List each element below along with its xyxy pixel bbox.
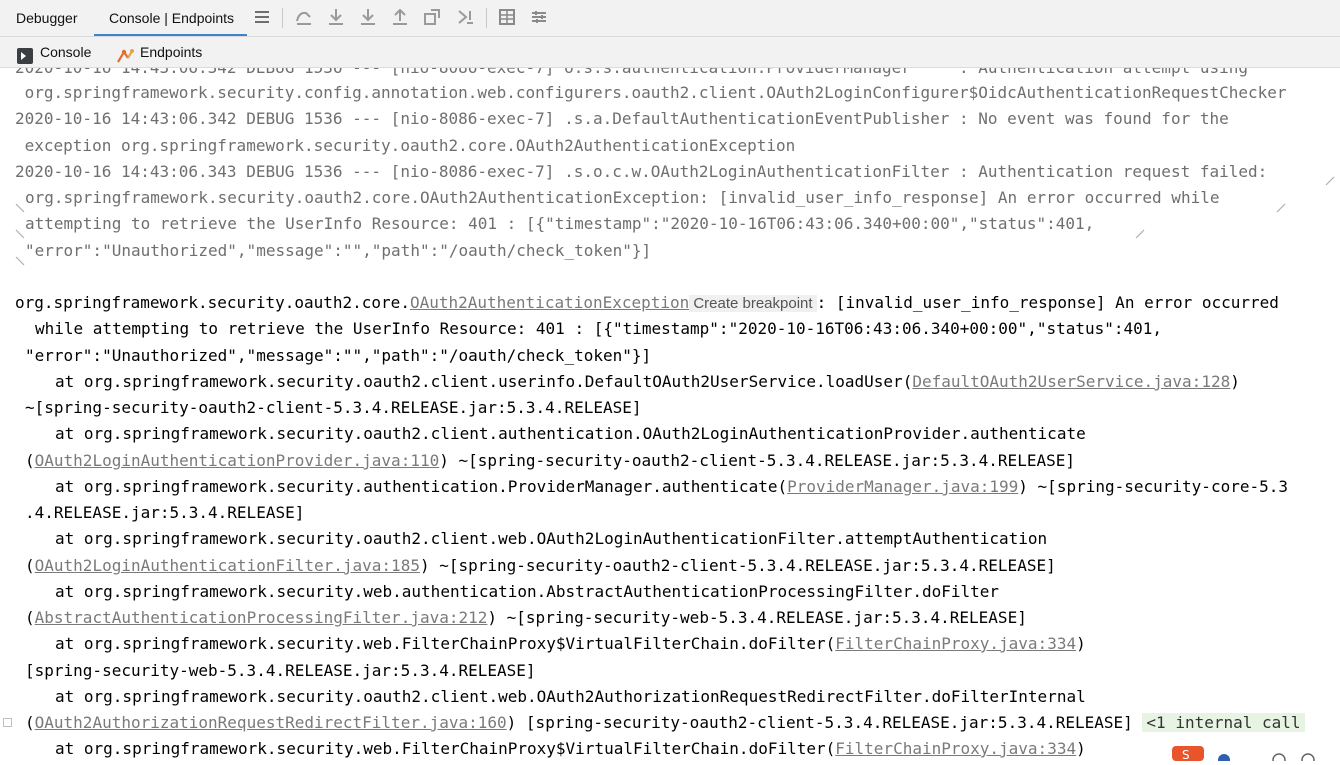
stack-frame-jar: [spring-security-web-5.3.4.RELEASE.jar:5… (25, 661, 536, 680)
stack-frame: at org.springframework.security.oauth2.c… (55, 687, 1086, 706)
source-link[interactable]: OAuth2LoginAuthenticationProvider.java:1… (35, 451, 440, 470)
log-line: org.springframework.security.config.anno… (15, 83, 1287, 102)
debug-toolbar: Debugger Console | Endpoints (0, 0, 1340, 37)
console-icon (17, 44, 33, 64)
log-line: 2020-10-16 14:43:06.343 DEBUG 1536 --- [… (15, 162, 1268, 181)
soft-wrap-icon (1276, 198, 1286, 213)
frame-paren: ( (25, 608, 35, 627)
exception-package: org.springframework.security.oauth2.core… (15, 293, 410, 312)
frame-paren: ) (1076, 634, 1086, 653)
log-line: 2020-10-16 14:43:06.342 DEBUG 1536 --- [… (15, 68, 1248, 80)
source-link[interactable]: FilterChainProxy.java:334 (835, 634, 1076, 653)
exception-line: while attempting to retrieve the UserInf… (35, 319, 1163, 338)
stack-frame-jar: (AbstractAuthenticationProcessingFilter.… (25, 606, 1027, 630)
log-line: attempting to retrieve the UserInfo Reso… (25, 214, 1095, 233)
subtab-endpoints[interactable]: Endpoints (112, 37, 222, 67)
settings-icon[interactable] (528, 6, 550, 28)
stack-frame: at org.springframework.security.oauth2.c… (55, 370, 1240, 394)
toolbar-divider (282, 8, 283, 28)
source-link[interactable]: OAuth2LoginAuthenticationFilter.java:185 (35, 556, 420, 575)
frame-method: at org.springframework.security.web.Filt… (55, 634, 836, 653)
log-line: org.springframework.security.oauth2.core… (25, 188, 1220, 207)
run-to-cursor-icon[interactable] (455, 6, 477, 28)
exception-message: : [invalid_user_info_response] An error … (816, 293, 1279, 312)
source-link[interactable]: FilterChainProxy.java:334 (835, 739, 1076, 758)
svg-text:S: S (1182, 748, 1190, 761)
frame-method: at org.springframework.security.oauth2.c… (55, 372, 913, 391)
soft-wrap-icon (15, 251, 25, 266)
exception-line: "error":"Unauthorized","message":"","pat… (25, 346, 652, 365)
frame-jar: ) [spring-security-oauth2-client-5.3.4.R… (506, 713, 1143, 732)
frame-paren: ) (1230, 372, 1240, 391)
create-breakpoint-tooltip[interactable]: Create breakpoint (689, 295, 817, 312)
menu-icon[interactable] (251, 6, 273, 28)
frame-paren: ( (25, 713, 35, 732)
exception-line: org.springframework.security.oauth2.core… (15, 291, 1279, 315)
soft-wrap-icon (15, 224, 25, 239)
stack-frame-jar: (OAuth2LoginAuthenticationFilter.java:18… (25, 554, 1056, 578)
frame-method: at org.springframework.security.authenti… (55, 477, 788, 496)
step-over-icon[interactable] (325, 6, 347, 28)
input-method-tray: S (1172, 744, 1340, 765)
tab-debugger[interactable]: Debugger (16, 0, 78, 36)
frame-paren: ( (25, 451, 35, 470)
endpoints-icon (116, 44, 136, 63)
console-subtabs: Console Endpoints (0, 37, 1340, 68)
stack-frame-jar: ~[spring-security-oauth2-client-5.3.4.RE… (25, 398, 642, 417)
stack-frame-jar: (OAuth2AuthorizationRequestRedirectFilte… (25, 711, 1305, 735)
stack-frame-jar: (OAuth2LoginAuthenticationProvider.java:… (25, 449, 1075, 473)
step-into-icon[interactable] (357, 6, 379, 28)
soft-wrap-icon (15, 198, 25, 213)
stack-frame: at org.springframework.security.authenti… (55, 475, 1288, 499)
source-link[interactable]: DefaultOAuth2UserService.java:128 (912, 372, 1230, 391)
source-link[interactable]: OAuth2AuthorizationRequestRedirectFilter… (35, 713, 507, 732)
frame-paren: ( (25, 556, 35, 575)
frame-paren: ) (1076, 739, 1086, 758)
show-execution-point-icon[interactable] (293, 6, 315, 28)
internal-calls-fold[interactable]: <1 internal call (1142, 713, 1305, 732)
stack-frame: at org.springframework.security.web.Filt… (55, 737, 1086, 761)
soft-wrap-icon (1135, 224, 1145, 239)
exception-class-link[interactable]: OAuth2AuthenticationException (410, 293, 689, 312)
source-link[interactable]: ProviderManager.java:199 (787, 477, 1018, 496)
log-line: "error":"Unauthorized","message":"","pat… (25, 241, 652, 260)
stack-frame: at org.springframework.security.oauth2.c… (55, 424, 1086, 443)
stack-frame-jar: .4.RELEASE.jar:5.3.4.RELEASE] (25, 503, 305, 522)
fold-expand-icon[interactable] (3, 718, 12, 727)
frame-method: at org.springframework.security.web.Filt… (55, 739, 836, 758)
stack-frame: at org.springframework.security.web.auth… (55, 582, 1000, 601)
step-out-icon[interactable] (389, 6, 411, 28)
frame-jar: ) ~[spring-security-oauth2-client-5.3.4.… (439, 451, 1075, 470)
console-output[interactable]: 2020-10-16 14:43:06.342 DEBUG 1536 --- [… (0, 68, 1340, 761)
soft-wrap-icon (1325, 171, 1335, 186)
frame-jar: ) ~[spring-security-core-5.3 (1018, 477, 1288, 496)
tab-console-endpoints[interactable]: Console | Endpoints (94, 0, 247, 36)
frame-jar: ) ~[spring-security-oauth2-client-5.3.4.… (419, 556, 1056, 575)
stack-frame: at org.springframework.security.web.Filt… (55, 632, 1086, 656)
source-link[interactable]: AbstractAuthenticationProcessingFilter.j… (35, 608, 488, 627)
stack-frame: at org.springframework.security.oauth2.c… (55, 529, 1048, 548)
subtab-console-label: Console (40, 44, 92, 60)
toolbar-divider (486, 8, 487, 28)
table-icon[interactable] (496, 6, 518, 28)
subtab-console[interactable]: Console (0, 37, 104, 67)
log-line: 2020-10-16 14:43:06.342 DEBUG 1536 --- [… (15, 109, 1229, 128)
log-line: exception org.springframework.security.o… (15, 136, 796, 155)
drop-frame-icon[interactable] (421, 6, 443, 28)
frame-jar: ) ~[spring-security-web-5.3.4.RELEASE.ja… (487, 608, 1027, 627)
subtab-endpoints-label: Endpoints (140, 44, 203, 60)
